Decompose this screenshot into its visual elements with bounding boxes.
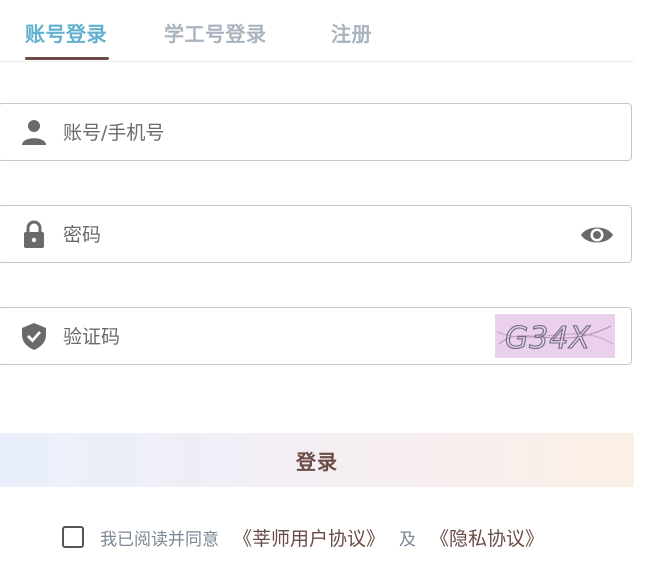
- captcha-input[interactable]: [61, 318, 485, 356]
- agreement-and: 及: [399, 529, 417, 550]
- active-tab-indicator: [25, 57, 109, 60]
- agreement-row: 我已阅读并同意 《莘师用户协议》 及 《隐私协议》: [62, 522, 544, 552]
- captcha-field: G34X: [0, 307, 632, 365]
- tab-register[interactable]: 注册: [331, 18, 372, 47]
- tab-staff-id-login[interactable]: 学工号登录: [164, 18, 267, 47]
- privacy-link[interactable]: 《隐私协议》: [430, 524, 544, 551]
- account-field: [0, 103, 632, 161]
- shield-check-icon: [22, 323, 46, 350]
- password-field: [0, 205, 632, 263]
- login-button[interactable]: 登录: [0, 433, 634, 487]
- eye-icon[interactable]: [579, 220, 615, 250]
- agreement-checkbox[interactable]: [62, 526, 84, 548]
- agreement-text: 我已阅读并同意: [100, 529, 219, 550]
- terms-link[interactable]: 《莘师用户协议》: [233, 524, 385, 551]
- account-input[interactable]: [61, 114, 485, 152]
- password-input[interactable]: [61, 216, 485, 254]
- tab-account-login[interactable]: 账号登录: [25, 18, 107, 47]
- login-tabs: 账号登录 学工号登录 注册: [0, 0, 634, 62]
- captcha-text: G34X: [505, 321, 591, 356]
- user-icon: [22, 120, 46, 145]
- lock-icon: [24, 220, 44, 248]
- captcha-image[interactable]: G34X: [495, 314, 615, 358]
- login-button-label: 登录: [296, 451, 338, 474]
